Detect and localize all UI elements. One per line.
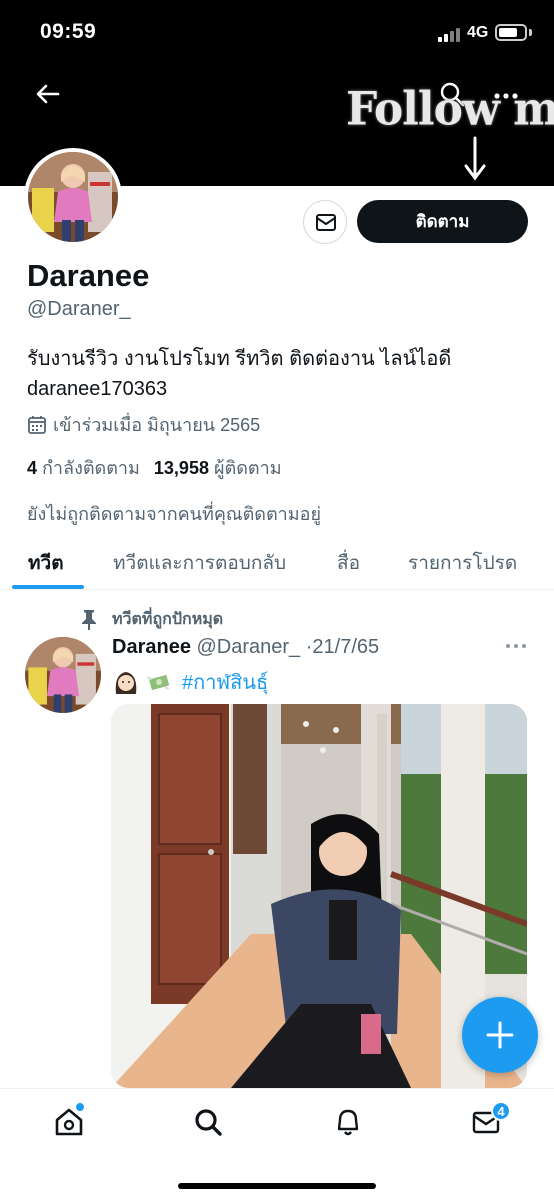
joined-text: เข้าร่วมเมื่อ มิถุนายน 2565: [53, 415, 261, 435]
joined-date: เข้าร่วมเมื่อ มิถุนายน 2565: [27, 410, 260, 439]
bell-icon[interactable]: [333, 1107, 363, 1137]
status-time: 09:59: [40, 20, 97, 43]
followers-stat[interactable]: 13,958 ผู้ติดตาม: [154, 458, 282, 478]
tweet-avatar[interactable]: [25, 637, 101, 713]
home-indicator: [178, 1183, 376, 1189]
followers-label: ผู้ติดตาม: [213, 458, 282, 478]
user-handle: @Daraner_: [27, 298, 131, 320]
bio-line: รับงานรีวิว งานโปรโมท รีทวิต ติดต่องาน ไ…: [27, 348, 452, 370]
calendar-icon: [28, 415, 46, 434]
avatar-photo: [28, 152, 118, 242]
tab-tweets-and-replies[interactable]: ทวีตและการตอบกลับ: [113, 548, 286, 578]
plus-icon: [486, 1021, 514, 1049]
bio-line: daranee170363: [27, 378, 168, 400]
pinned-text: ทวีตที่ถูกปักหมุด: [112, 611, 224, 628]
avatar-photo: [25, 637, 101, 713]
network-label: 4G: [467, 24, 489, 41]
envelope-icon: [316, 214, 336, 231]
following-count: 4: [27, 458, 38, 478]
tweet-more-icon[interactable]: [505, 640, 527, 652]
back-arrow-icon[interactable]: [34, 80, 62, 108]
down-arrow-icon: [464, 136, 486, 181]
bottom-nav-bar: 4: [0, 1088, 554, 1200]
woman-emoji-icon: [115, 672, 137, 694]
tweet-header: Daranee @Daraner_ ·21/7/65: [112, 636, 379, 659]
battery-tip: [529, 29, 532, 36]
tab-tweets[interactable]: ทวีต: [28, 548, 64, 578]
tweet-date[interactable]: 21/7/65: [312, 636, 379, 658]
follow-stats: 4 กำลังติดตาม 13,958 ผู้ติดตาม: [27, 453, 282, 482]
mail-badge: 4: [491, 1101, 511, 1121]
tweet-text: #กาฬสินธุ์: [112, 666, 268, 698]
money-wings-emoji-icon: [146, 675, 170, 690]
banner-text: Follow me: [346, 82, 554, 137]
home-icon[interactable]: [54, 1107, 84, 1137]
compose-tweet-button[interactable]: [462, 997, 538, 1073]
pinned-label: ทวีตที่ถูกปักหมุด: [80, 607, 223, 632]
tab-likes[interactable]: รายการโปรด: [408, 548, 517, 578]
profile-tabs: ทวีต ทวีตและการตอบกลับ สื่อ รายการโปรด: [0, 530, 554, 590]
home-notification-dot: [76, 1103, 84, 1111]
following-label: กำลังติดตาม: [42, 458, 140, 478]
pin-icon: [82, 609, 96, 630]
tweet-hashtag[interactable]: #กาฬสินธุ์: [182, 666, 268, 698]
active-tab-indicator: [12, 585, 84, 589]
display-name: Daranee: [27, 258, 150, 293]
followers-count: 13,958: [153, 458, 209, 478]
tweet-author-name[interactable]: Daranee: [112, 636, 191, 658]
follow-button[interactable]: ติดตาม: [357, 200, 528, 243]
message-button[interactable]: [303, 200, 347, 244]
signal-icon: [438, 26, 464, 42]
status-bar: 09:59 4G: [0, 0, 554, 64]
tweet-author-handle: @Daraner_: [196, 636, 301, 658]
battery-icon: [495, 24, 527, 41]
search-icon[interactable]: [193, 1107, 223, 1137]
profile-bio: รับงานรีวิว งานโปรโมท รีทวิต ติดต่องาน ไ…: [27, 344, 527, 404]
profile-avatar[interactable]: [24, 148, 122, 246]
not-followed-notice: ยังไม่ถูกติดตามจากคนที่คุณติดตามอยู่: [27, 504, 321, 524]
tab-media[interactable]: สื่อ: [337, 548, 360, 578]
following-stat[interactable]: 4 กำลังติดตาม: [27, 458, 140, 478]
